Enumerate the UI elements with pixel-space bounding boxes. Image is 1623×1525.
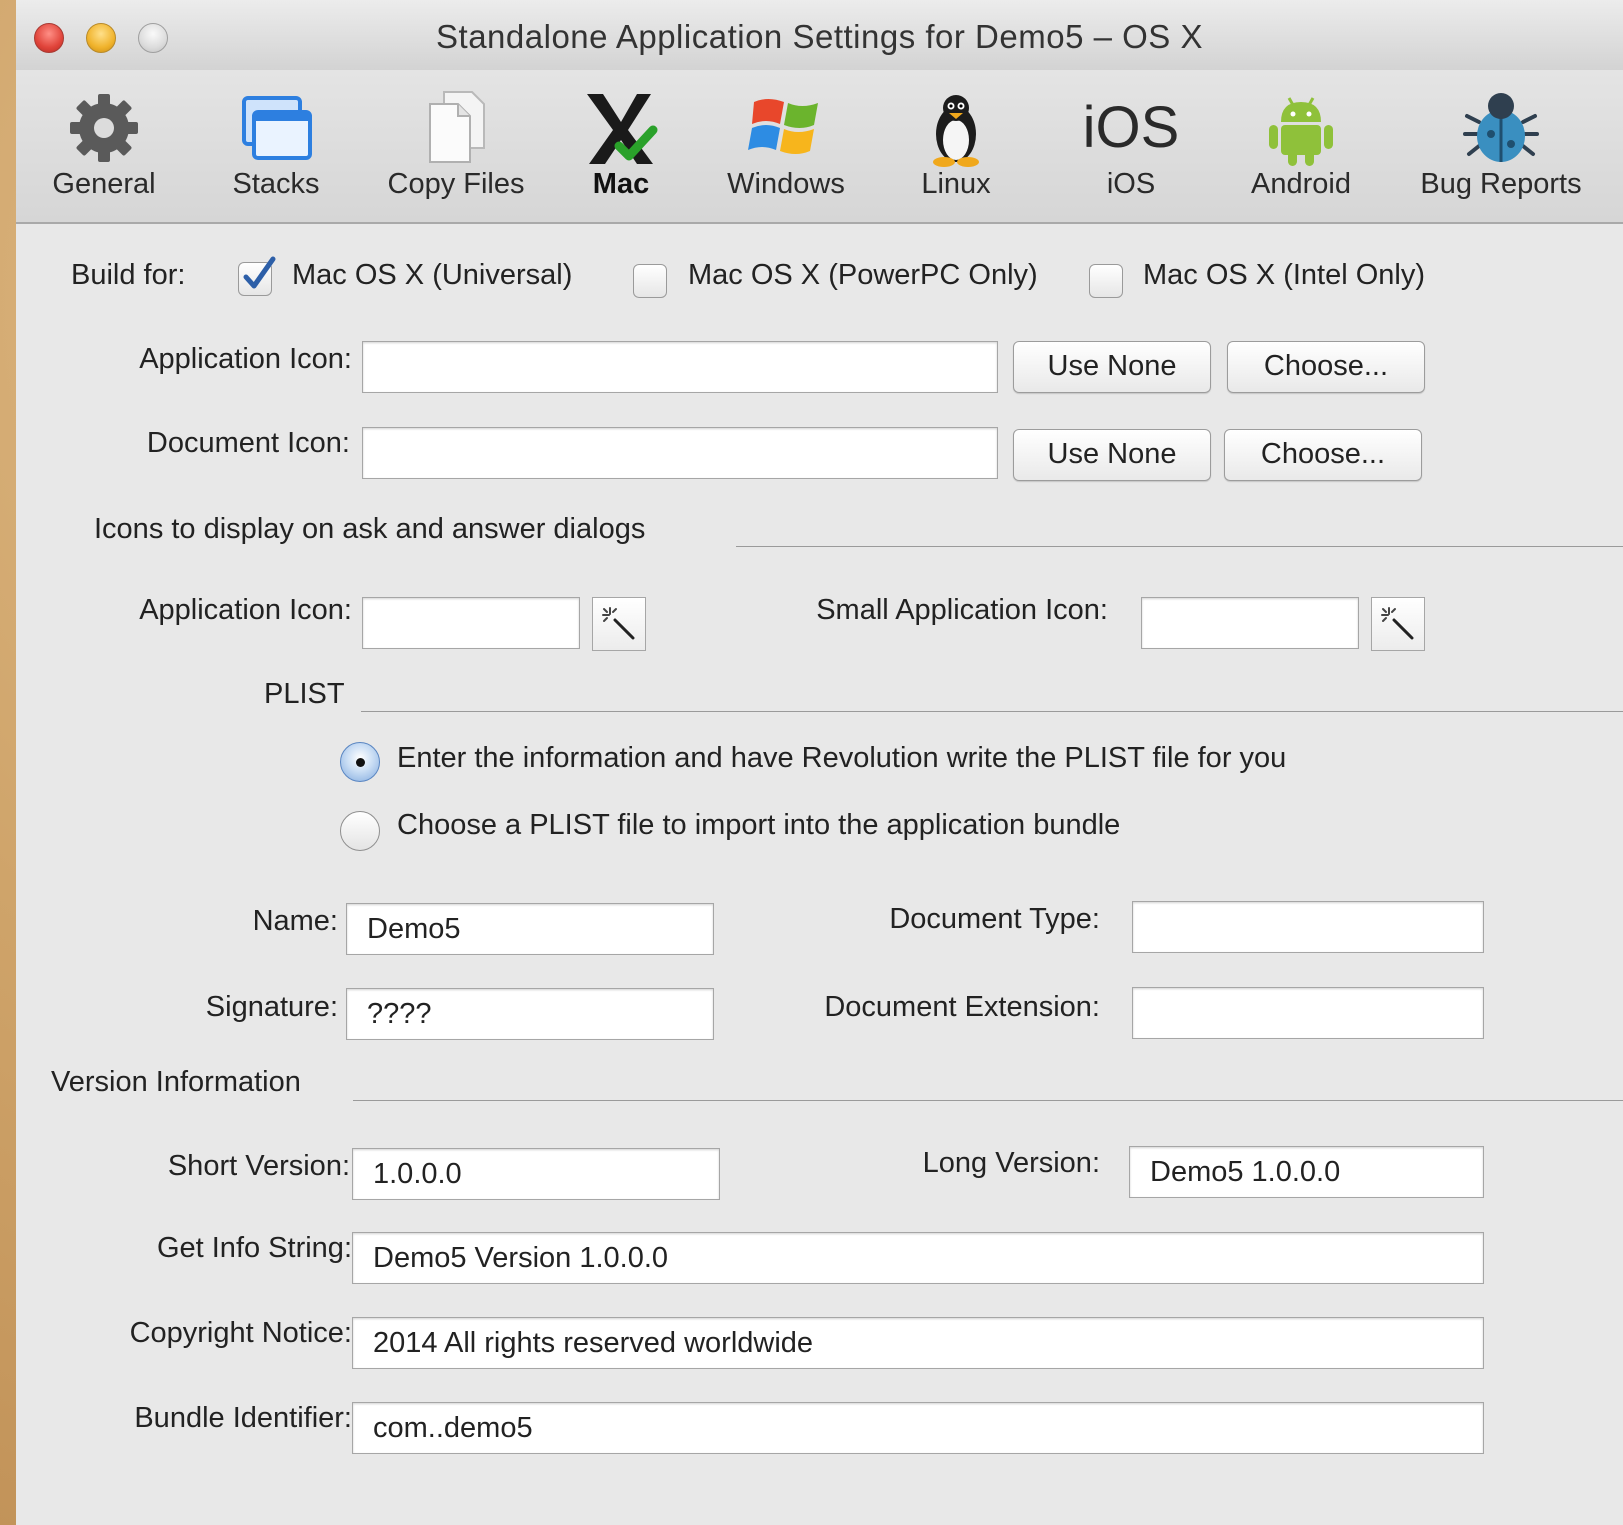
- dialog-icons-section-title: Icons to display on ask and answer dialo…: [94, 513, 646, 545]
- section-divider: [353, 1100, 1623, 1101]
- powerpc-checkbox[interactable]: [633, 264, 667, 298]
- dialog-app-icon-label: Application Icon:: [139, 594, 352, 626]
- title-bar: Standalone Application Settings for Demo…: [16, 0, 1623, 71]
- intel-checkbox[interactable]: [1089, 264, 1123, 298]
- signature-field[interactable]: ????: [346, 988, 714, 1040]
- document-extension-label: Document Extension:: [824, 991, 1100, 1023]
- signature-label: Signature:: [205, 991, 338, 1023]
- windows-logo-icon: [748, 99, 818, 154]
- plist-write-option-label: Enter the information and have Revolutio…: [397, 742, 1287, 774]
- mac-x-check-icon: [587, 94, 658, 164]
- doc-icon-label: Document Icon:: [146, 427, 350, 459]
- long-version-field[interactable]: Demo5 1.0.0.0: [1129, 1146, 1484, 1198]
- tab-mac-label: Mac: [592, 168, 650, 200]
- magic-wand-icon: [602, 607, 635, 640]
- magic-wand-icon: [1381, 607, 1414, 640]
- tab-linux-label: Linux: [921, 168, 991, 200]
- document-type-field[interactable]: [1132, 901, 1484, 953]
- document-type-label: Document Type:: [889, 903, 1100, 935]
- tab-android[interactable]: Android: [1231, 70, 1371, 222]
- dialog-app-icon-field[interactable]: [362, 597, 580, 649]
- small-app-icon-field[interactable]: [1141, 597, 1359, 649]
- android-robot-icon: [1269, 97, 1333, 166]
- app-icon-label: Application Icon:: [139, 343, 352, 375]
- tab-windows-label: Windows: [727, 168, 845, 200]
- tab-bug-reports-label: Bug Reports: [1420, 168, 1582, 200]
- name-label: Name:: [252, 905, 338, 937]
- universal-checkbox[interactable]: [238, 256, 276, 296]
- window-title: Standalone Application Settings for Demo…: [436, 18, 1203, 55]
- get-info-string-label: Get Info String:: [156, 1232, 352, 1264]
- bundle-identifier-field[interactable]: com..demo5: [352, 1402, 1484, 1454]
- small-app-icon-label: Small Application Icon:: [816, 594, 1108, 626]
- name-field[interactable]: Demo5: [346, 903, 714, 955]
- tab-bug-reports[interactable]: Bug Reports: [1406, 70, 1596, 222]
- bug-icon: [1463, 93, 1539, 162]
- tab-mac[interactable]: Mac: [561, 70, 681, 222]
- gear-icon: [70, 94, 138, 162]
- build-for-label: Build for:: [71, 259, 186, 291]
- tab-copy-files-label: Copy Files: [387, 168, 525, 200]
- plist-import-option-label: Choose a PLIST file to import into the a…: [397, 809, 1121, 841]
- tab-linux[interactable]: Linux: [896, 70, 1016, 222]
- section-divider: [736, 546, 1623, 547]
- doc-icon-choose-button[interactable]: Choose...: [1224, 429, 1422, 481]
- app-icon-choose-button[interactable]: Choose...: [1227, 341, 1425, 393]
- ios-logo-icon: iOS: [1082, 95, 1180, 160]
- copyright-notice-label: Copyright Notice:: [129, 1317, 352, 1349]
- doc-icon-use-none-button[interactable]: Use None: [1013, 429, 1211, 481]
- doc-icon-field[interactable]: [362, 427, 998, 479]
- tab-ios-label: iOS: [1106, 168, 1156, 200]
- app-icon-field[interactable]: [362, 341, 998, 393]
- stacks-icon: [242, 96, 312, 160]
- plist-write-radio[interactable]: [340, 742, 380, 782]
- short-version-field[interactable]: 1.0.0.0: [352, 1148, 720, 1200]
- version-section-title: Version Information: [51, 1066, 301, 1098]
- document-extension-field[interactable]: [1132, 987, 1484, 1039]
- tab-general-label: General: [52, 168, 156, 200]
- radio-selected-dot: [356, 758, 365, 767]
- tab-stacks[interactable]: Stacks: [211, 70, 341, 222]
- checkmark-icon: [243, 256, 276, 289]
- linux-penguin-icon: [933, 95, 979, 167]
- tab-windows[interactable]: Windows: [716, 70, 856, 222]
- tab-copy-files[interactable]: Copy Files: [376, 70, 536, 222]
- tab-general[interactable]: General: [34, 70, 174, 222]
- settings-window: Standalone Application Settings for Demo…: [16, 0, 1623, 1525]
- small-app-icon-picker-button[interactable]: [1371, 597, 1425, 651]
- plist-import-radio[interactable]: [340, 811, 380, 851]
- get-info-string-field[interactable]: Demo5 Version 1.0.0.0: [352, 1232, 1484, 1284]
- mac-settings-panel: Build for: Mac OS X (Universal) Mac OS X…: [16, 224, 1623, 1525]
- plist-section-title: PLIST: [264, 678, 345, 710]
- app-icon-use-none-button[interactable]: Use None: [1013, 341, 1211, 393]
- short-version-label: Short Version:: [167, 1150, 350, 1182]
- long-version-label: Long Version:: [922, 1147, 1100, 1179]
- copyright-notice-field[interactable]: 2014 All rights reserved worldwide: [352, 1317, 1484, 1369]
- section-divider: [361, 711, 1623, 712]
- powerpc-label: Mac OS X (PowerPC Only): [688, 259, 1038, 291]
- bundle-identifier-label: Bundle Identifier:: [134, 1402, 352, 1434]
- universal-label: Mac OS X (Universal): [292, 259, 573, 291]
- tab-stacks-label: Stacks: [232, 168, 320, 200]
- copy-files-icon: [429, 91, 485, 163]
- dialog-app-icon-picker-button[interactable]: [592, 597, 646, 651]
- tab-ios[interactable]: iOS iOS: [1076, 70, 1186, 222]
- intel-label: Mac OS X (Intel Only): [1143, 259, 1426, 291]
- tab-android-label: Android: [1251, 168, 1351, 200]
- platform-toolbar: General Stacks Copy Files Mac Windows Li…: [16, 70, 1623, 224]
